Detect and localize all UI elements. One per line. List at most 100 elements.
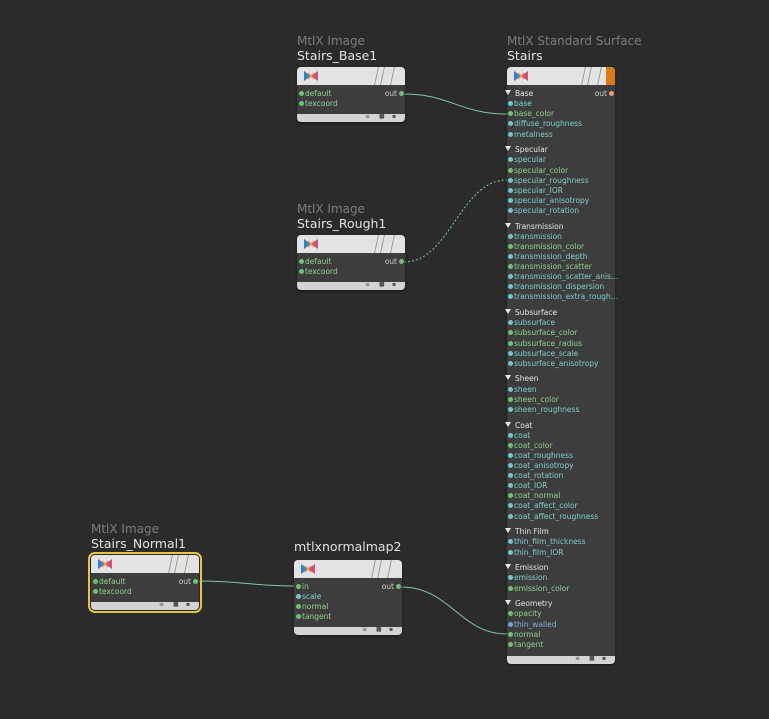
footer-color-icon[interactable]: ■ bbox=[379, 281, 385, 289]
port-base[interactable]: base bbox=[508, 99, 532, 109]
footer-shape-icon[interactable]: ▪ bbox=[186, 601, 190, 609]
port-coat-anisotropy[interactable]: coat_anisotropy bbox=[508, 461, 574, 471]
collapse-triangle-icon[interactable] bbox=[505, 421, 511, 427]
port-dot-icon[interactable] bbox=[399, 259, 404, 264]
port-dot-icon[interactable] bbox=[508, 406, 513, 412]
port-out[interactable]: out bbox=[179, 577, 198, 587]
port-dot-icon[interactable] bbox=[508, 157, 513, 163]
port-sheen-roughness[interactable]: sheen_roughness bbox=[508, 405, 579, 415]
port-dot-icon[interactable] bbox=[299, 101, 304, 106]
port-opacity[interactable]: opacity bbox=[508, 609, 542, 619]
port-texcoord[interactable]: texcoord bbox=[93, 587, 132, 597]
lock-flag-icon[interactable] bbox=[174, 555, 179, 573]
node-header[interactable] bbox=[507, 67, 615, 85]
section-header-geometry[interactable]: Geometry bbox=[505, 599, 552, 609]
display-flag-icon[interactable] bbox=[390, 235, 395, 253]
port-dot-icon[interactable] bbox=[93, 579, 98, 584]
port-subsurface-color[interactable]: subsurface_color bbox=[508, 328, 577, 338]
port-dot-icon[interactable] bbox=[508, 493, 513, 499]
port-dot-icon[interactable] bbox=[508, 641, 513, 647]
port-dot-icon[interactable] bbox=[508, 386, 513, 392]
node-name[interactable]: Stairs_Normal1 bbox=[91, 536, 186, 552]
port-dot-icon[interactable] bbox=[296, 584, 301, 589]
port-dot-icon[interactable] bbox=[508, 320, 513, 326]
node-stairs-rough1[interactable]: default texcoord out ≡ ■ ▪ bbox=[297, 235, 405, 290]
port-metalness[interactable]: metalness bbox=[508, 130, 553, 140]
port-thin-film-thickness[interactable]: thin_film_thickness bbox=[508, 537, 586, 547]
port-subsurface-scale[interactable]: subsurface_scale bbox=[508, 349, 578, 359]
section-header-transmission[interactable]: Transmission bbox=[505, 222, 563, 232]
port-coat-rotation[interactable]: coat_rotation bbox=[508, 471, 563, 481]
display-flag-icon[interactable] bbox=[597, 67, 602, 85]
port-dot-icon[interactable] bbox=[508, 575, 513, 581]
footer-shape-icon[interactable]: ▪ bbox=[602, 655, 606, 663]
port-out[interactable]: out bbox=[595, 89, 614, 99]
collapse-triangle-icon[interactable] bbox=[505, 600, 511, 606]
port-default[interactable]: default bbox=[299, 89, 331, 99]
port-dot-icon[interactable] bbox=[296, 604, 301, 609]
bypass-flag-icon[interactable] bbox=[374, 235, 379, 253]
port-normal[interactable]: normal bbox=[296, 602, 328, 612]
port-dot-icon[interactable] bbox=[508, 539, 513, 545]
port-dot-icon[interactable] bbox=[508, 243, 513, 249]
port-dot-icon[interactable] bbox=[508, 432, 513, 438]
port-texcoord[interactable]: texcoord bbox=[299, 99, 338, 109]
port-dot-icon[interactable] bbox=[508, 167, 513, 173]
port-coat-ior[interactable]: coat_IOR bbox=[508, 481, 547, 491]
port-transmission-scatter[interactable]: transmission_scatter bbox=[508, 262, 592, 272]
footer-shape-icon[interactable]: ▪ bbox=[392, 113, 396, 121]
port-transmission-scatter-anis[interactable]: transmission_scatter_anis… bbox=[508, 272, 618, 282]
port-dot-icon[interactable] bbox=[508, 254, 513, 259]
port-transmission[interactable]: transmission bbox=[508, 232, 562, 242]
section-header-thin-film[interactable]: Thin Film bbox=[505, 527, 549, 537]
port-diffuse-roughness[interactable]: diffuse_roughness bbox=[508, 119, 582, 129]
port-subsurface-radius[interactable]: subsurface_radius bbox=[508, 339, 582, 349]
collapse-triangle-icon[interactable] bbox=[505, 222, 511, 228]
port-dot-icon[interactable] bbox=[508, 631, 513, 637]
bypass-flag-icon[interactable] bbox=[581, 67, 586, 85]
port-sheen[interactable]: sheen bbox=[508, 385, 537, 395]
port-dot-icon[interactable] bbox=[508, 233, 513, 239]
port-specular-roughness[interactable]: specular_roughness bbox=[508, 176, 589, 186]
port-dot-icon[interactable] bbox=[508, 585, 513, 591]
node-header[interactable] bbox=[297, 67, 405, 85]
node-header[interactable] bbox=[297, 235, 405, 253]
port-dot-icon[interactable] bbox=[508, 549, 513, 555]
collapse-triangle-icon[interactable] bbox=[505, 90, 511, 95]
footer-info-icon[interactable]: ≡ bbox=[365, 281, 370, 289]
port-normal[interactable]: normal bbox=[508, 630, 540, 640]
port-dot-icon[interactable] bbox=[508, 503, 513, 509]
port-dot-icon[interactable] bbox=[609, 91, 614, 96]
port-base-color[interactable]: base_color bbox=[508, 109, 554, 119]
port-dot-icon[interactable] bbox=[508, 442, 513, 448]
port-out[interactable]: out bbox=[385, 257, 404, 267]
port-out[interactable]: out bbox=[382, 582, 401, 592]
port-dot-icon[interactable] bbox=[508, 101, 513, 107]
port-dot-icon[interactable] bbox=[299, 269, 304, 274]
port-dot-icon[interactable] bbox=[508, 121, 513, 127]
port-dot-icon[interactable] bbox=[508, 284, 513, 290]
port-thin-film-ior[interactable]: thin_film_IOR bbox=[508, 548, 563, 558]
port-coat-roughness[interactable]: coat_roughness bbox=[508, 451, 573, 461]
section-header-base[interactable]: Base bbox=[505, 89, 533, 99]
port-dot-icon[interactable] bbox=[508, 207, 513, 213]
port-dot-icon[interactable] bbox=[193, 579, 198, 584]
port-emission-color[interactable]: emission_color bbox=[508, 584, 569, 594]
port-dot-icon[interactable] bbox=[508, 187, 513, 193]
section-header-sheen[interactable]: Sheen bbox=[505, 374, 539, 384]
footer-color-icon[interactable]: ■ bbox=[379, 113, 385, 121]
port-out[interactable]: out bbox=[385, 89, 404, 99]
port-dot-icon[interactable] bbox=[508, 350, 513, 356]
section-header-subsurface[interactable]: Subsurface bbox=[505, 308, 557, 318]
port-in[interactable]: in bbox=[296, 582, 309, 592]
lock-flag-icon[interactable] bbox=[380, 67, 385, 85]
render-flag-icon[interactable] bbox=[606, 67, 615, 85]
collapse-triangle-icon[interactable] bbox=[505, 309, 511, 315]
section-header-coat[interactable]: Coat bbox=[505, 421, 532, 431]
port-dot-icon[interactable] bbox=[508, 483, 513, 489]
port-subsurface[interactable]: subsurface bbox=[508, 318, 555, 328]
port-dot-icon[interactable] bbox=[508, 611, 513, 617]
node-name[interactable]: Stairs_Base1 bbox=[297, 48, 377, 64]
node-stairs-standard-surface[interactable]: out Base base base_color diffuse_roughness m… bbox=[505, 67, 618, 664]
collapse-triangle-icon[interactable] bbox=[505, 528, 511, 534]
